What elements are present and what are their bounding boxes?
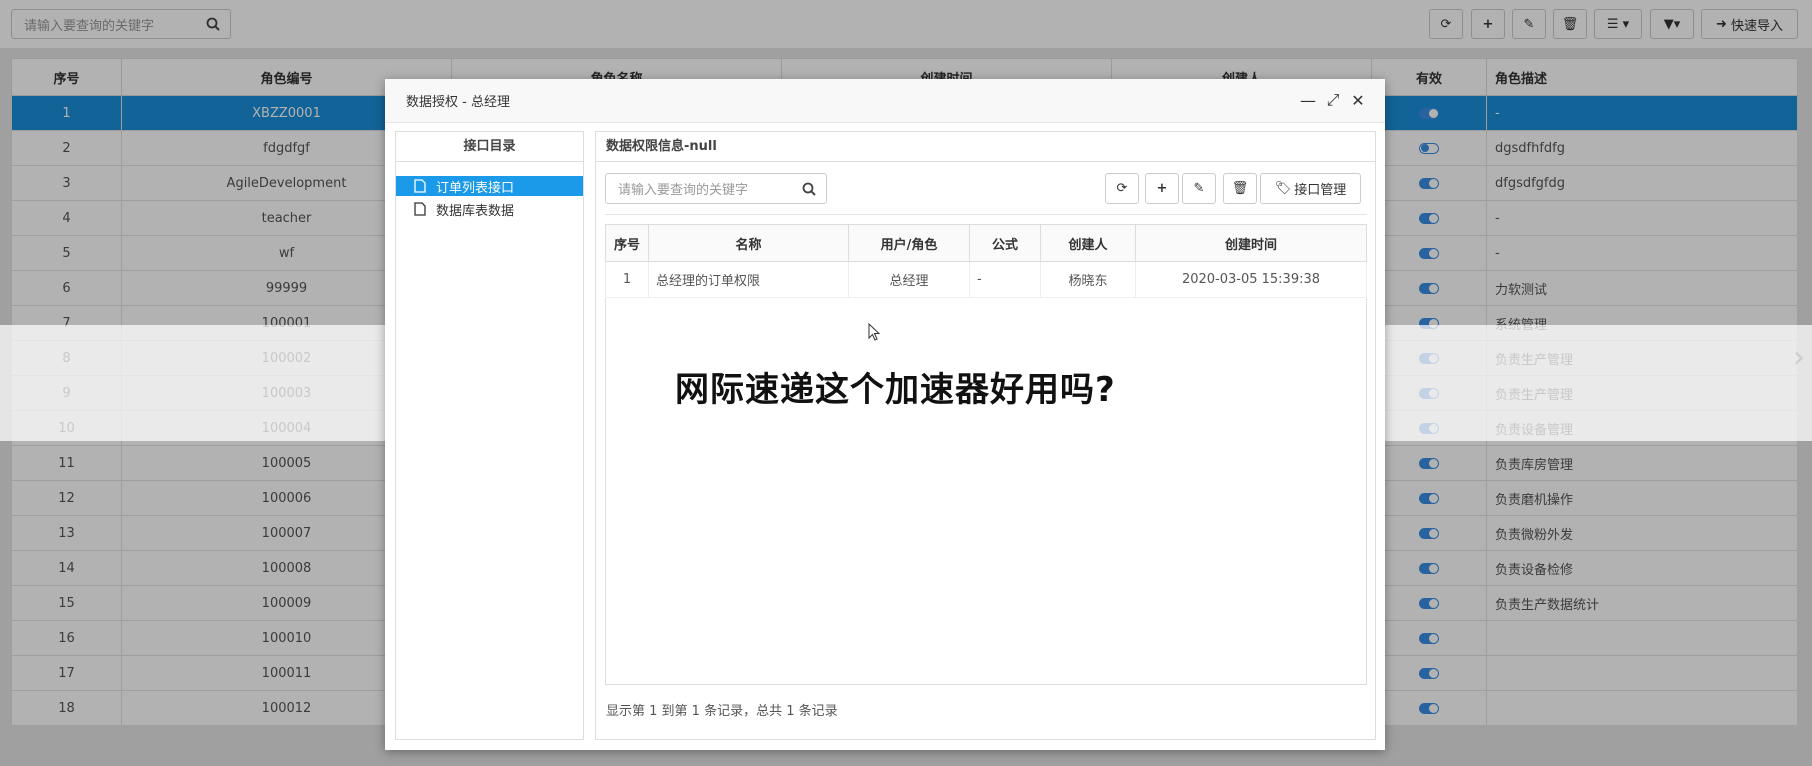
grid-cell: - xyxy=(969,261,1041,298)
refresh-button[interactable]: ⟳ xyxy=(1105,173,1139,204)
pagination-info: 显示第 1 到第 1 条记录，总共 1 条记录 xyxy=(606,704,838,719)
tree-item-db-table[interactable]: 数据库表数据 xyxy=(396,199,583,219)
close-icon[interactable]: ✕ xyxy=(1349,91,1367,110)
grid-column-header[interactable]: 用户/角色 xyxy=(848,224,970,262)
refresh-icon: ⟳ xyxy=(1116,181,1128,196)
permission-grid: 序号 名称 用户/角色 公式 创建人 创建时间 1 总经理的订单权限 总经理 - 杨晓东 2020-… xyxy=(605,224,1367,298)
pencil-icon: ✎ xyxy=(1193,181,1205,196)
tags-icon: 🏷 xyxy=(1274,181,1292,196)
permission-search-placeholder: 请输入要查询的关键字 xyxy=(618,183,749,198)
add-button[interactable]: + xyxy=(1145,173,1179,204)
tree-item-label: 订单列表接口 xyxy=(436,180,515,196)
trash-icon: 🗑 xyxy=(1231,181,1249,196)
watermark-text: 网际速递这个加速器好用吗? xyxy=(675,370,1116,410)
tree-item-label: 数据库表数据 xyxy=(436,203,515,219)
delete-button[interactable]: 🗑 xyxy=(1223,173,1257,204)
api-directory-title: 接口目录 xyxy=(396,132,583,162)
grid-cell: 1 xyxy=(605,261,649,298)
dialog-title: 数据授权 - 总经理 xyxy=(406,95,510,110)
data-permission-title: 数据权限信息-null xyxy=(596,132,1375,162)
file-icon xyxy=(414,179,427,193)
divider xyxy=(605,214,1367,215)
grid-column-header[interactable]: 创建时间 xyxy=(1135,224,1367,262)
search-icon[interactable] xyxy=(792,182,826,196)
grid-cell: 杨晓东 xyxy=(1040,261,1136,298)
minimize-icon[interactable]: — xyxy=(1299,91,1317,110)
grid-column-header[interactable]: 名称 xyxy=(648,224,849,262)
api-manage-button[interactable]: 🏷 接口管理 xyxy=(1260,173,1361,204)
file-icon xyxy=(414,202,427,216)
grid-column-header[interactable]: 序号 xyxy=(605,224,649,262)
grid-cell: 总经理的订单权限 xyxy=(648,261,849,298)
plus-icon: + xyxy=(1156,181,1168,196)
api-manage-label: 接口管理 xyxy=(1294,183,1347,198)
grid-column-header[interactable]: 创建人 xyxy=(1040,224,1136,262)
grid-cell: 总经理 xyxy=(848,261,970,298)
edit-button[interactable]: ✎ xyxy=(1182,173,1216,204)
api-directory-panel: 接口目录 订单列表接口 数据库表数据 xyxy=(395,131,584,740)
data-auth-dialog: 数据授权 - 总经理 — ⤢ ✕ 接口目录 订单列表接口 数据库表数据 数据权限… xyxy=(385,79,1385,750)
dialog-header: 数据授权 - 总经理 — ⤢ ✕ xyxy=(385,79,1385,123)
permission-search-input[interactable]: 请输入要查询的关键字 xyxy=(605,173,827,204)
grid-column-header[interactable]: 公式 xyxy=(969,224,1041,262)
maximize-icon[interactable]: ⤢ xyxy=(1324,90,1342,109)
grid-cell: 2020-03-05 15:39:38 xyxy=(1135,261,1367,298)
data-permission-panel: 数据权限信息-null 请输入要查询的关键字 ⟳ + ✎ 🗑 🏷 接口管理 序号名… xyxy=(595,131,1376,740)
mouse-cursor-icon xyxy=(868,323,880,341)
grid-row[interactable]: 1 总经理的订单权限 总经理 - 杨晓东 2020-03-05 15:39:38 xyxy=(605,261,1367,298)
tree-item-order-list[interactable]: 订单列表接口 xyxy=(396,176,583,196)
